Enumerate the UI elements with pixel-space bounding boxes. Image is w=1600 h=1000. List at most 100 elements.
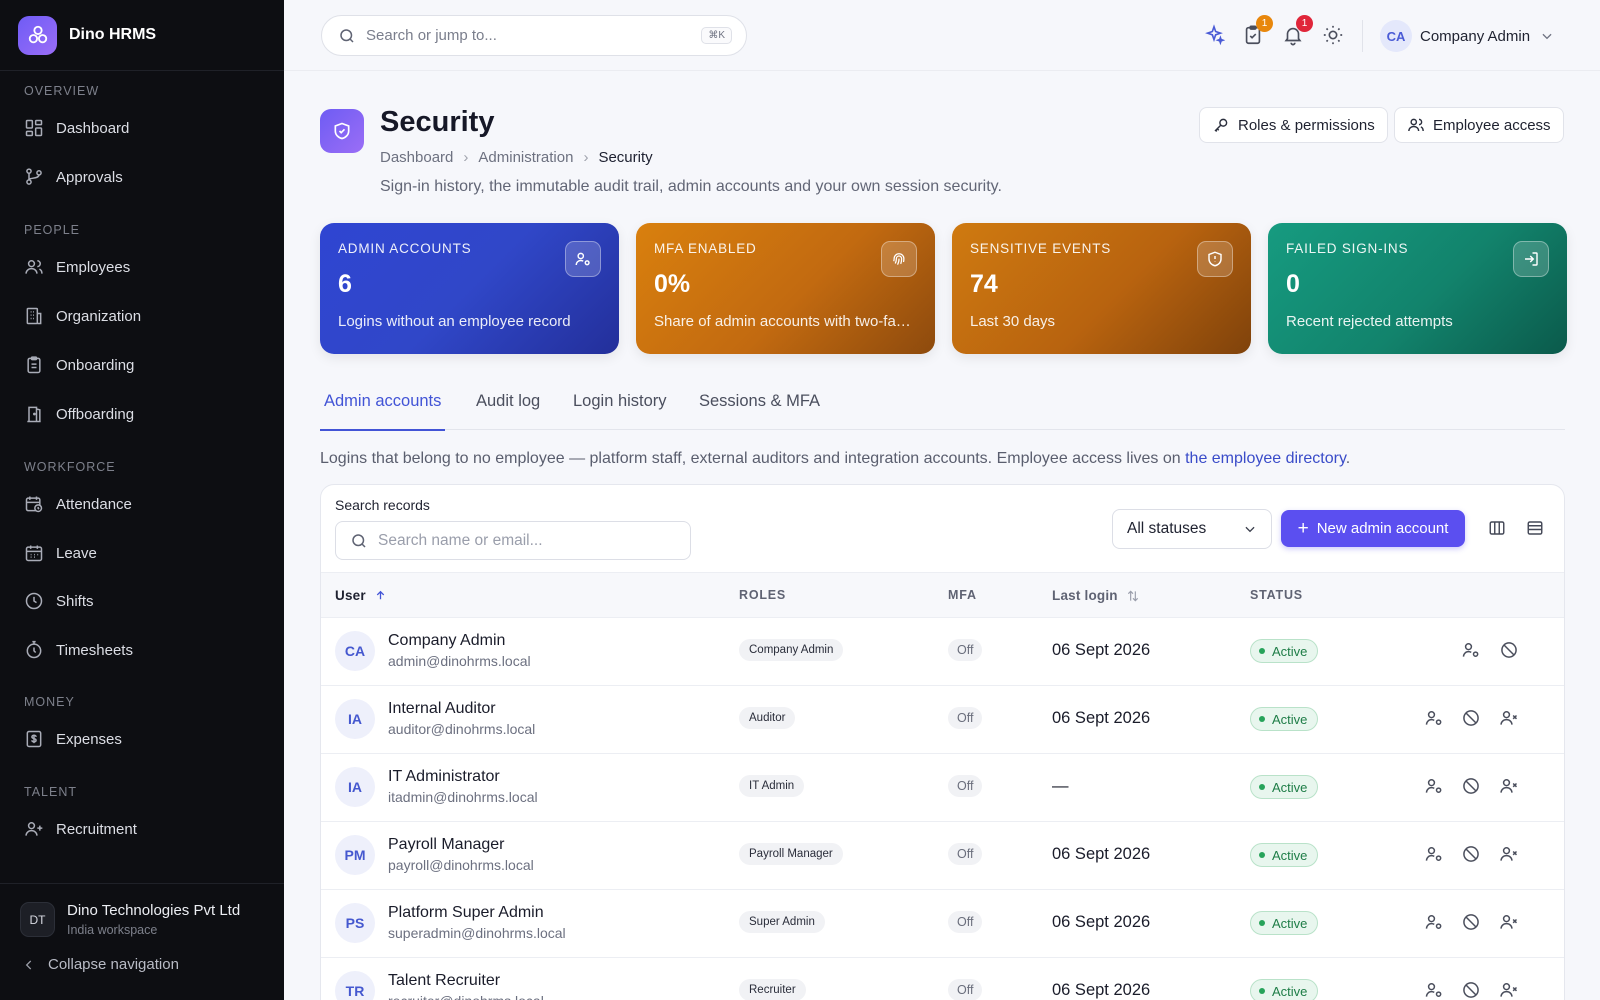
- avatar: PM: [335, 835, 375, 875]
- stat-value: 74: [970, 270, 998, 298]
- manage-roles-icon[interactable]: [1424, 776, 1444, 796]
- stat-label: MFA ENABLED: [654, 241, 757, 256]
- user-email: payroll@dinohrms.local: [388, 857, 534, 873]
- manage-roles-icon[interactable]: [1424, 980, 1444, 1000]
- theme-toggle-button[interactable]: [1322, 24, 1344, 46]
- global-search-input[interactable]: Search or jump to... ⌘K: [321, 15, 747, 56]
- calendar-clock-icon: [25, 496, 43, 513]
- remove-user-icon[interactable]: [1499, 912, 1519, 932]
- search-records-input[interactable]: Search name or email...: [335, 521, 691, 560]
- sidebar-item-dashboard[interactable]: Dashboard: [14, 108, 270, 148]
- manage-roles-icon[interactable]: [1424, 844, 1444, 864]
- table-row[interactable]: PM Payroll Manager payroll@dinohrms.loca…: [321, 822, 1564, 890]
- sidebar-item-expenses[interactable]: Expenses: [14, 719, 270, 759]
- role-badge: Company Admin: [739, 639, 844, 661]
- column-roles: ROLES: [739, 588, 787, 602]
- roles-permissions-button[interactable]: Roles & permissions: [1199, 107, 1388, 143]
- sidebar-item-label: Attendance: [56, 495, 132, 513]
- sidebar: Dino HRMS OVERVIEW Dashboard Approvals P…: [0, 0, 284, 1000]
- tasks-button[interactable]: 1: [1242, 15, 1273, 46]
- status-dot-icon: [1259, 920, 1265, 926]
- status-badge: Active: [1250, 775, 1319, 799]
- table-row[interactable]: TR Talent Recruiter recruiter@dinohrms.l…: [321, 958, 1564, 1000]
- sidebar-item-organization[interactable]: Organization: [14, 296, 270, 336]
- manage-roles-icon[interactable]: [1424, 708, 1444, 728]
- brand[interactable]: Dino HRMS: [0, 0, 284, 71]
- tab-admin-accounts[interactable]: Admin accounts: [319, 392, 446, 431]
- sun-icon: [1323, 25, 1343, 45]
- chevron-right-icon: ›: [463, 149, 469, 166]
- brand-logo-icon: [18, 15, 57, 55]
- stat-card-mfa-enabled: MFA ENABLED 0% Share of admin accounts w…: [636, 223, 935, 354]
- status-label: Active: [1272, 643, 1308, 659]
- table-row[interactable]: PS Platform Super Admin superadmin@dinoh…: [321, 890, 1564, 958]
- sidebar-item-timesheets[interactable]: Timesheets: [14, 630, 270, 670]
- ai-sparkle-icon[interactable]: [1203, 24, 1225, 46]
- remove-user-icon[interactable]: [1499, 708, 1519, 728]
- remove-user-icon[interactable]: [1499, 980, 1519, 1000]
- user-name[interactable]: Platform Super Admin: [388, 904, 544, 922]
- stat-value: 6: [338, 270, 352, 298]
- chevron-right-icon: ›: [583, 149, 589, 166]
- column-mfa: MFA: [948, 588, 977, 602]
- role-badge: Recruiter: [739, 979, 806, 1000]
- user-name[interactable]: Company Admin: [388, 632, 505, 650]
- remove-user-icon[interactable]: [1499, 844, 1519, 864]
- user-name[interactable]: Talent Recruiter: [388, 972, 500, 990]
- employee-access-button[interactable]: Employee access: [1394, 107, 1564, 143]
- notifications-button[interactable]: 1: [1282, 15, 1313, 46]
- disable-account-icon[interactable]: [1461, 912, 1481, 932]
- sidebar-item-recruitment[interactable]: Recruitment: [14, 809, 270, 849]
- column-last-login[interactable]: Last login: [1052, 588, 1140, 603]
- table-view-icon[interactable]: [1526, 519, 1544, 537]
- roles-permissions-label: Roles & permissions: [1238, 116, 1375, 134]
- breadcrumb-dashboard[interactable]: Dashboard: [380, 149, 453, 166]
- stat-subtitle: Recent rejected attempts: [1286, 313, 1453, 330]
- disable-account-icon[interactable]: [1461, 776, 1481, 796]
- breadcrumb-administration[interactable]: Administration: [478, 149, 573, 166]
- sidebar-item-shifts[interactable]: Shifts: [14, 581, 270, 621]
- mfa-badge: Off: [948, 707, 983, 729]
- tab-sessions-mfa[interactable]: Sessions & MFA: [699, 392, 820, 430]
- status-dot-icon: [1259, 716, 1265, 722]
- sidebar-item-leave[interactable]: Leave: [14, 533, 270, 573]
- tab-login-history[interactable]: Login history: [573, 392, 667, 430]
- table-row[interactable]: IA IT Administrator itadmin@dinohrms.loc…: [321, 754, 1564, 822]
- user-name[interactable]: Payroll Manager: [388, 836, 505, 854]
- user-name[interactable]: IT Administrator: [388, 768, 500, 786]
- disable-account-icon[interactable]: [1461, 844, 1481, 864]
- status-label: Active: [1272, 779, 1308, 795]
- employee-directory-link[interactable]: the employee directory: [1185, 450, 1346, 467]
- manage-roles-icon[interactable]: [1461, 640, 1481, 660]
- table-row[interactable]: CA Company Admin admin@dinohrms.local Co…: [321, 618, 1564, 686]
- new-admin-account-button[interactable]: + New admin account: [1281, 510, 1465, 547]
- sidebar-item-label: Shifts: [56, 592, 94, 610]
- disable-account-icon[interactable]: [1461, 708, 1481, 728]
- sidebar-item-employees[interactable]: Employees: [14, 247, 270, 287]
- page-title: Security: [380, 106, 495, 138]
- remove-user-icon[interactable]: [1499, 776, 1519, 796]
- disable-account-icon[interactable]: [1461, 980, 1481, 1000]
- sidebar-item-approvals[interactable]: Approvals: [14, 157, 270, 197]
- status-filter-select[interactable]: All statuses: [1112, 509, 1272, 549]
- disable-account-icon[interactable]: [1499, 640, 1519, 660]
- fingerprint-icon: [881, 241, 917, 277]
- collapse-navigation-button[interactable]: Collapse navigation: [22, 956, 179, 973]
- user-name[interactable]: Internal Auditor: [388, 700, 496, 718]
- column-user[interactable]: User: [335, 588, 387, 603]
- sidebar-item-attendance[interactable]: Attendance: [14, 484, 270, 524]
- table-row[interactable]: IA Internal Auditor auditor@dinohrms.loc…: [321, 686, 1564, 754]
- status-label: Active: [1272, 983, 1308, 999]
- tab-audit-log[interactable]: Audit log: [476, 392, 540, 430]
- stat-card-sensitive-events: SENSITIVE EVENTS 74 Last 30 days: [952, 223, 1251, 354]
- mfa-badge: Off: [948, 639, 983, 661]
- sidebar-item-offboarding[interactable]: Offboarding: [14, 394, 270, 434]
- user-menu[interactable]: CA Company Admin: [1380, 20, 1554, 52]
- sidebar-item-label: Dashboard: [56, 119, 130, 137]
- breadcrumb: Dashboard › Administration › Security: [380, 149, 653, 166]
- sidebar-item-onboarding[interactable]: Onboarding: [14, 345, 270, 385]
- sidebar-item-label: Employees: [56, 258, 131, 276]
- manage-roles-icon[interactable]: [1424, 912, 1444, 932]
- columns-view-icon[interactable]: [1488, 519, 1506, 537]
- workspace-switcher[interactable]: DT Dino Technologies Pvt Ltd India works…: [20, 902, 240, 937]
